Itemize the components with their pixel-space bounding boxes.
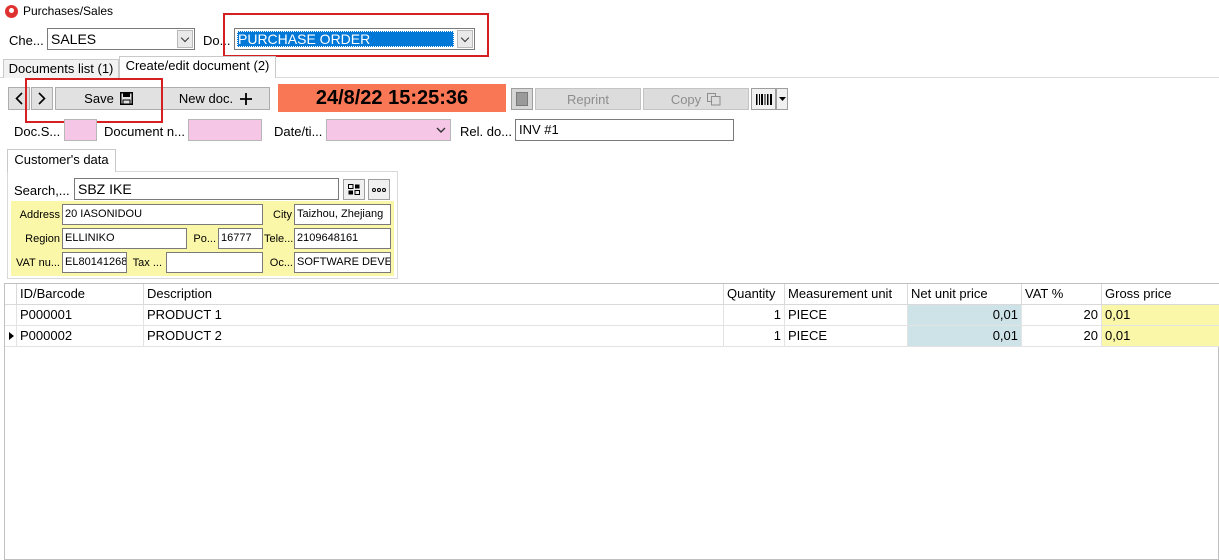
channel-select[interactable]: SALES <box>47 28 195 50</box>
row-header[interactable] <box>5 305 17 326</box>
column-header-net-price[interactable]: Net unit price <box>908 284 1022 305</box>
print-preview-button[interactable] <box>511 88 533 110</box>
doc-series-field[interactable] <box>64 119 97 141</box>
phone-label: Tele... <box>264 233 294 245</box>
reprint-button[interactable]: Reprint <box>535 88 641 110</box>
channel-value: SALES <box>51 31 97 47</box>
items-grid[interactable]: ID/Barcode Description Quantity Measurem… <box>4 283 1219 560</box>
row-2-quantity[interactable]: 1 <box>724 326 785 347</box>
row-2-net-price[interactable]: 0,01 <box>908 326 1022 347</box>
column-header-description[interactable]: Description <box>144 284 724 305</box>
barcode-button[interactable] <box>751 88 776 110</box>
column-header-vat[interactable]: VAT % <box>1022 284 1102 305</box>
plus-icon <box>240 92 253 105</box>
row-2-id[interactable]: P000002 <box>17 326 144 347</box>
barcode-icon <box>755 93 772 105</box>
new-doc-button[interactable]: New doc. <box>162 87 270 110</box>
customer-search-label: Search,... <box>14 183 70 198</box>
highlight-save <box>25 78 163 123</box>
postal-code-field[interactable]: 16777 <box>218 228 263 249</box>
row-2-unit[interactable]: PIECE <box>785 326 908 347</box>
chevron-left-icon <box>15 92 23 105</box>
column-header-unit[interactable]: Measurement unit <box>785 284 908 305</box>
row-1-unit[interactable]: PIECE <box>785 305 908 326</box>
datetime-picker[interactable] <box>326 119 451 141</box>
postal-code-label: Po... <box>193 233 216 245</box>
customer-search-input[interactable]: SBZ IKE <box>74 178 339 200</box>
app-icon <box>5 5 18 18</box>
channel-label: Che... <box>9 33 44 48</box>
doc-number-label: Document n... <box>104 124 185 139</box>
datetime-label: Date/ti... <box>274 124 323 139</box>
row-2-vat[interactable]: 20 <box>1022 326 1102 347</box>
related-doc-field[interactable]: INV #1 <box>515 119 734 141</box>
grid-icon <box>348 184 360 195</box>
vat-number-label: VAT nu... <box>15 257 60 269</box>
region-label: Region <box>25 233 60 245</box>
reprint-label: Reprint <box>567 91 609 107</box>
related-doc-label: Rel. do... <box>460 124 513 139</box>
row-1-net-price[interactable]: 0,01 <box>908 305 1022 326</box>
printer-icon <box>516 92 528 106</box>
row-1-vat[interactable]: 20 <box>1022 305 1102 326</box>
tab-documents-list[interactable]: Documents list (1) <box>3 59 119 78</box>
occupation-field[interactable]: SOFTWARE DEVELOPMENT <box>294 252 391 273</box>
highlight-doc-type <box>223 13 489 57</box>
occupation-label: Oc... <box>269 257 293 269</box>
city-field[interactable]: Taizhou, Zhejiang <box>294 204 391 225</box>
more-icon <box>372 187 386 192</box>
datetime-display: 24/8/22 15:25:36 <box>278 84 506 112</box>
phone-field[interactable]: 2109648161 <box>294 228 391 249</box>
barcode-dropdown[interactable] <box>776 88 788 110</box>
new-doc-label: New doc. <box>178 91 234 106</box>
column-header-id[interactable]: ID/Barcode <box>17 284 144 305</box>
column-header-gross-price[interactable]: Gross price <box>1102 284 1219 305</box>
tax-office-label: Tax ... <box>132 257 162 269</box>
vat-number-field[interactable]: EL801412686 <box>62 252 127 273</box>
row-1-description[interactable]: PRODUCT 1 <box>144 305 724 326</box>
chevron-down-icon[interactable] <box>177 30 193 48</box>
row-1-gross-price[interactable]: 0,01 <box>1102 305 1219 326</box>
row-header-corner <box>5 284 17 305</box>
window-title: Purchases/Sales <box>23 4 114 18</box>
customer-more-button[interactable] <box>368 179 390 200</box>
column-header-quantity[interactable]: Quantity <box>724 284 785 305</box>
chevron-down-icon[interactable] <box>436 127 446 133</box>
chevron-down-icon <box>778 97 786 101</box>
address-field[interactable]: 20 IASONIDOU <box>62 204 263 225</box>
address-label: Address <box>19 209 60 221</box>
doc-series-label: Doc.S... <box>14 124 61 139</box>
tab-customer-data[interactable]: Customer's data <box>7 149 116 172</box>
row-pointer-icon <box>9 332 14 340</box>
copy-icon <box>707 92 721 105</box>
row-1-id[interactable]: P000001 <box>17 305 144 326</box>
row-2-description[interactable]: PRODUCT 2 <box>144 326 724 347</box>
row-1-quantity[interactable]: 1 <box>724 305 785 326</box>
tax-office-field[interactable] <box>166 252 263 273</box>
doc-number-field[interactable] <box>188 119 262 141</box>
row-2-gross-price[interactable]: 0,01 <box>1102 326 1219 347</box>
copy-label: Copy <box>670 91 702 107</box>
city-label: City <box>273 209 292 221</box>
tab-create-edit-document[interactable]: Create/edit document (2) <box>119 56 276 78</box>
row-header[interactable] <box>5 326 17 347</box>
region-field[interactable]: ELLINIKO <box>62 228 187 249</box>
copy-button[interactable]: Copy <box>643 88 749 110</box>
customer-grid-button[interactable] <box>343 179 365 200</box>
